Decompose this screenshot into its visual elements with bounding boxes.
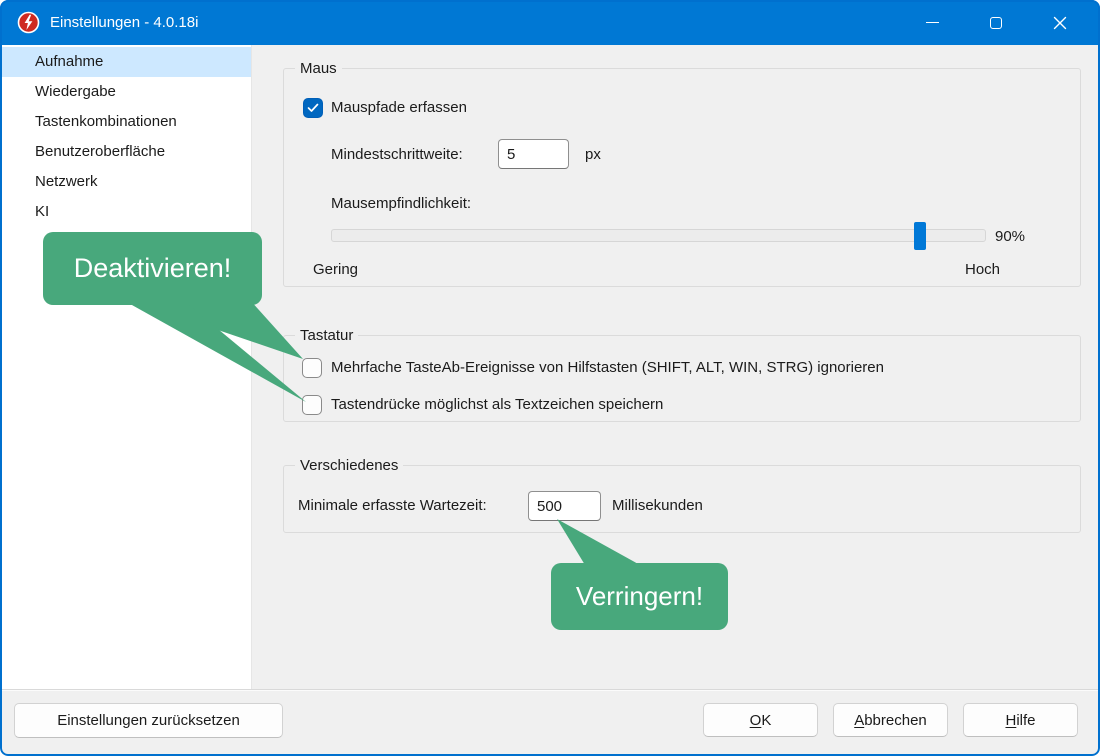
cancel-button[interactable]: Abbrechen — [833, 703, 948, 737]
callout-deaktivieren-text: Deaktivieren! — [74, 253, 232, 284]
callout-verringern-text: Verringern! — [576, 581, 703, 612]
window-controls — [900, 0, 1092, 45]
slider-thumb[interactable] — [914, 222, 926, 250]
footer-bar: Einstellungen zurücksetzen OK Abbrechen … — [2, 689, 1098, 754]
textzeichen-label[interactable]: Tastendrücke möglichst als Textzeichen s… — [331, 395, 663, 415]
sidebar-item-netzwerk[interactable]: Netzwerk — [2, 167, 251, 197]
sidebar-item-ki[interactable]: KI — [2, 197, 251, 227]
minimize-button[interactable] — [900, 0, 964, 45]
titlebar[interactable]: Einstellungen - 4.0.18i — [0, 0, 1100, 45]
slider-min-label: Gering — [313, 260, 358, 280]
sidebar-item-aufnahme[interactable]: Aufnahme — [2, 47, 251, 77]
help-button[interactable]: Hilfe — [963, 703, 1078, 737]
mindestschrittweite-label: Mindestschrittweite: — [331, 145, 463, 165]
maximize-icon — [990, 17, 1002, 29]
window-title: Einstellungen - 4.0.18i — [50, 14, 198, 31]
group-tastatur: Tastatur Mehrfache TasteAb-Ereignisse vo… — [283, 335, 1081, 422]
callout-verringern: Verringern! — [551, 563, 728, 630]
settings-window: Einstellungen - 4.0.18i Aufnahme Wiederg… — [0, 0, 1100, 756]
close-icon — [1053, 16, 1067, 30]
hilfstasten-label[interactable]: Mehrfache TasteAb-Ereignisse von Hilfsta… — [331, 358, 884, 378]
sidebar-item-tastenkombinationen[interactable]: Tastenkombinationen — [2, 107, 251, 137]
wartezeit-label: Minimale erfasste Wartezeit: — [298, 496, 487, 516]
group-maus: Maus Mauspfade erfassen Mindestschrittwe… — [283, 68, 1081, 287]
app-icon — [17, 11, 40, 34]
checkmark-icon — [307, 103, 319, 113]
reset-button[interactable]: Einstellungen zurücksetzen — [14, 703, 283, 738]
minimize-icon — [926, 22, 939, 24]
sidebar: Aufnahme Wiedergabe Tastenkombinationen … — [2, 45, 252, 690]
close-button[interactable] — [1028, 0, 1092, 45]
sidebar-item-benutzeroberflaeche[interactable]: Benutzeroberfläche — [2, 137, 251, 167]
group-maus-legend: Maus — [295, 58, 342, 79]
textzeichen-checkbox[interactable] — [302, 395, 322, 415]
maximize-button[interactable] — [964, 0, 1028, 45]
mausempfindlichkeit-slider[interactable] — [331, 229, 986, 242]
millisekunden-unit-label: Millisekunden — [612, 496, 703, 516]
px-unit-label: px — [585, 145, 601, 165]
slider-value-label: 90% — [995, 227, 1025, 247]
callout-deaktivieren: Deaktivieren! — [43, 232, 262, 305]
group-verschiedenes: Verschiedenes Minimale erfasste Wartezei… — [283, 465, 1081, 533]
sidebar-item-wiedergabe[interactable]: Wiedergabe — [2, 77, 251, 107]
mauspfade-label[interactable]: Mauspfade erfassen — [331, 98, 467, 118]
wartezeit-input[interactable] — [528, 491, 601, 521]
slider-max-label: Hoch — [965, 260, 1000, 280]
group-tastatur-legend: Tastatur — [295, 325, 358, 346]
ok-button[interactable]: OK — [703, 703, 818, 737]
mausempfindlichkeit-label: Mausempfindlichkeit: — [331, 194, 471, 214]
mauspfade-checkbox[interactable] — [303, 98, 323, 118]
group-verschiedenes-legend: Verschiedenes — [295, 455, 403, 476]
mindestschrittweite-input[interactable] — [498, 139, 569, 169]
hilfstasten-checkbox[interactable] — [302, 358, 322, 378]
